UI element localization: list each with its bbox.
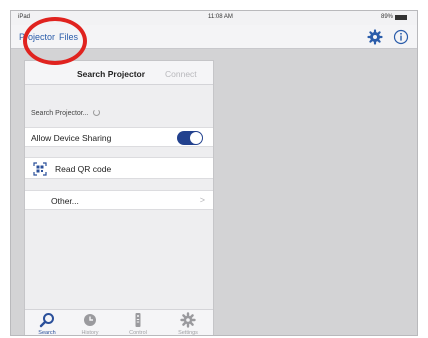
searching-status: Search Projector... [31,109,100,117]
battery-percent: 89% [380,14,393,20]
other-label: Other... [51,196,79,206]
tab-history-label: History [81,330,99,336]
tab-control-label: Control [129,330,147,336]
device-sharing-label: Allow Device Sharing [31,133,112,143]
ipad-screen: iPad 11:08 AM 89% Projector Files Search… [10,10,418,336]
other-row[interactable]: Other... > [25,190,213,210]
tab-control[interactable]: Control [118,312,158,336]
searching-label: Search Projector... [31,110,89,117]
search-projector-panel: Search Projector Connect Search Projecto… [24,60,214,336]
info-icon[interactable] [393,29,409,45]
battery-icon [395,15,407,20]
panel-title: Search Projector [77,69,146,79]
read-qr-code-row[interactable]: Read QR code [25,157,213,179]
device-sharing-row: Allow Device Sharing [25,127,213,147]
bottom-tab-bar: Search History Control Settings [25,309,213,336]
chevron-right-icon: > [199,195,205,205]
gear-icon [180,312,196,328]
connect-button[interactable]: Connect [165,69,197,79]
toggle-knob [190,132,202,144]
search-icon [39,313,54,328]
highlight-circle [23,17,87,65]
device-label: iPad [18,14,31,20]
remote-icon [135,313,141,327]
qr-code-icon [33,162,47,176]
tab-settings[interactable]: Settings [168,312,208,336]
clock: 11:08 AM [208,14,233,20]
tab-history[interactable]: History [70,312,110,336]
tab-settings-label: Settings [178,330,198,336]
device-sharing-toggle[interactable] [177,131,203,145]
clock-icon [84,314,96,326]
tab-search[interactable]: Search [27,312,67,336]
read-qr-code-label: Read QR code [55,164,112,174]
tab-search-label: Search [38,330,56,336]
spinner-icon [92,109,100,116]
gear-icon[interactable] [367,29,383,45]
